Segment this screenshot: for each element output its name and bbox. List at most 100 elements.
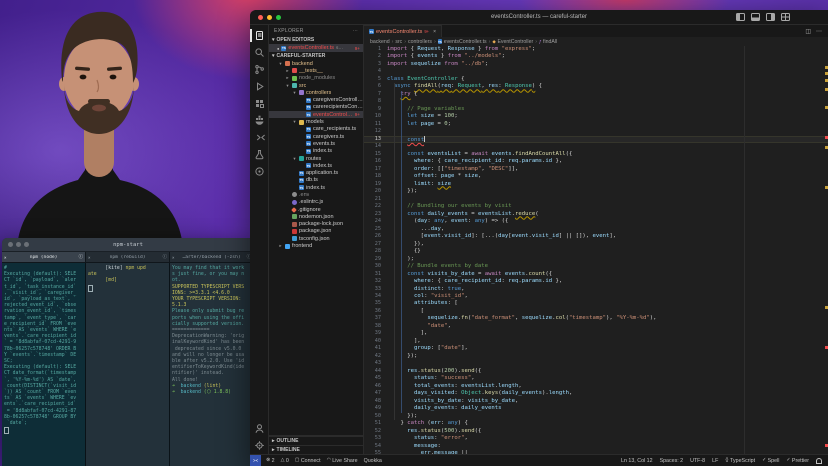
code-line[interactable]: 30 // Bundle events by date (364, 263, 828, 270)
code-line[interactable]: 38 "date", (364, 323, 828, 330)
code-line[interactable]: 53 status: "error", (364, 435, 828, 442)
tree-item[interactable]: TSindex.ts (269, 162, 363, 169)
tree-item[interactable]: ▾backend (269, 60, 363, 67)
open-editors-section[interactable]: ▾ OPEN EDITORS (269, 36, 363, 44)
code-line[interactable]: 27 }), (364, 241, 828, 248)
outline-section[interactable]: ▸ OUTLINE (269, 436, 363, 445)
tree-item[interactable]: TScaregivers.ts (269, 133, 363, 140)
tree-item[interactable]: TScaregiversController.ts (269, 96, 363, 103)
terminal-titlebar[interactable]: npm-start (2, 238, 254, 252)
code-line[interactable]: 36 [ (364, 308, 828, 315)
code-line[interactable]: 35 attributes: [ (364, 300, 828, 307)
status-notifications[interactable] (816, 458, 822, 463)
tree-item[interactable]: ▸__tests__ (269, 67, 363, 74)
explorer-icon[interactable] (250, 27, 268, 44)
code-line[interactable]: 21 (364, 196, 828, 203)
breadcrumb-item[interactable]: ◆EventController (492, 39, 533, 45)
docker-icon[interactable] (250, 112, 268, 129)
vscode-window[interactable]: eventsController.ts — careful-starter (250, 10, 828, 466)
code-line[interactable]: 15 const eventsList = await events.findA… (364, 151, 828, 158)
tree-item[interactable]: TSindex.ts (269, 148, 363, 155)
status-language-mode[interactable]: {}TypeScript (725, 458, 755, 464)
code-line[interactable]: 7 try { (364, 91, 828, 98)
extensions-icon[interactable] (250, 95, 268, 112)
status-quokka[interactable]: Quokka (364, 458, 382, 464)
tree-item[interactable]: .gitignore (269, 206, 363, 213)
code-line[interactable]: 32 where: { care_recipient_id: req.param… (364, 278, 828, 285)
code-line[interactable]: 28 {} (364, 248, 828, 255)
code-line[interactable]: 49 daily_events: daily_events (364, 405, 828, 412)
code-line[interactable]: 20 }); (364, 188, 828, 195)
code-line[interactable]: 13 const (364, 136, 828, 143)
code-line[interactable]: 25 ...day, (364, 226, 828, 233)
code-line[interactable]: 33 distinct: true, (364, 286, 828, 293)
status-connect[interactable]: ▢Connect (295, 458, 321, 464)
code-line[interactable]: 46 total_events: eventsList.length, (364, 383, 828, 390)
terminal-pane-tab[interactable]: ×npm (node)ⓘ (2, 252, 86, 262)
code-line[interactable]: 55 err.message || (364, 450, 828, 454)
status-cursor-position[interactable]: Ln 13, Col 12 (621, 458, 653, 464)
status-problems-warnings[interactable]: △0 (281, 458, 289, 464)
code-line[interactable]: 29 ); (364, 256, 828, 263)
code-line[interactable]: 3import sequelize from "../db"; (364, 61, 828, 68)
code-line[interactable]: 9 // Page variables (364, 106, 828, 113)
tree-item[interactable]: TScarerecipientsController… (269, 104, 363, 111)
status-live-share[interactable]: ◠Live Share (327, 458, 358, 464)
code-line[interactable]: 51 } catch (err: any) { (364, 420, 828, 427)
tree-item[interactable]: ▾routes (269, 155, 363, 162)
breadcrumb-item[interactable]: backend (370, 39, 390, 45)
code-line[interactable]: 40 ], (364, 338, 828, 345)
terminal-pane-tab[interactable]: ×…arter/backend (-zsh)ⓘ (170, 252, 254, 262)
code-line[interactable]: 52 res.status(500).send({ (364, 428, 828, 435)
toggle-sidebar-icon[interactable] (736, 13, 745, 21)
code-line[interactable]: 44 res.status(200).send({ (364, 368, 828, 375)
close-icon[interactable]: × (4, 255, 7, 260)
terminal-pane[interactable]: [kite] npm update [md] (86, 263, 170, 466)
tab-close-icon[interactable]: × (433, 29, 436, 35)
status-spell[interactable]: ✓Spell (762, 458, 779, 464)
code-line[interactable]: 18 offset: page * size, (364, 173, 828, 180)
code-line[interactable]: 45 status: "success", (364, 375, 828, 382)
tree-item[interactable]: TSeventsController.ts9+ (269, 111, 363, 118)
tree-item[interactable]: TSevents.ts (269, 140, 363, 147)
search-icon[interactable] (250, 44, 268, 61)
code-line[interactable]: 37 sequelize.fn("date_format", sequelize… (364, 315, 828, 322)
tree-item[interactable]: TScare_recipients.ts (269, 126, 363, 133)
close-icon[interactable]: × (88, 255, 91, 260)
tree-item[interactable]: ▸node_modules (269, 75, 363, 82)
remote-explorer-icon[interactable] (250, 129, 268, 146)
status-encoding[interactable]: UTF-8 (690, 458, 705, 464)
info-icon[interactable]: ⓘ (163, 254, 167, 260)
terminal-pane[interactable]: #Executing (default): SELECT `id`, `payl… (2, 263, 86, 466)
code-line[interactable]: 43 (364, 360, 828, 367)
code-line[interactable]: 8 (364, 98, 828, 105)
tree-item[interactable]: ▾models (269, 118, 363, 125)
code-line[interactable]: 16 where: { care_recipient_id: req.param… (364, 158, 828, 165)
code-line[interactable]: 4 (364, 68, 828, 75)
terminal-window[interactable]: npm-start ×npm (node)ⓘ×npm (rebuild)ⓘ×…a… (2, 238, 254, 466)
code-line[interactable]: 34 col: "visit_id", (364, 293, 828, 300)
tree-item[interactable]: ▸frontend (269, 242, 363, 249)
code-line[interactable]: 14 (364, 143, 828, 150)
status-prettier[interactable]: ✓Prettier (786, 458, 809, 464)
tree-item[interactable]: package-lock.json (269, 221, 363, 228)
tree-item[interactable]: TSindex.ts (269, 184, 363, 191)
code-line[interactable]: 39 ], (364, 330, 828, 337)
tree-item[interactable]: tsconfig.json (269, 235, 363, 242)
breadcrumb-item[interactable]: ƒfindAll (539, 39, 557, 45)
terminal-pane-tab[interactable]: ×npm (rebuild)ⓘ (86, 252, 170, 262)
testing-icon[interactable] (250, 146, 268, 163)
customize-layout-icon[interactable] (781, 13, 790, 21)
open-editor-item[interactable]: ● TS eventsController.ts s… 9+ (269, 44, 363, 52)
close-icon[interactable]: × (172, 255, 175, 260)
tree-item[interactable]: ▾src (269, 82, 363, 89)
timeline-section[interactable]: ▸ TIMELINE (269, 445, 363, 454)
status-problems-errors[interactable]: ⊗2 (266, 458, 274, 464)
code-line[interactable]: 54 message: (364, 443, 828, 450)
code-line[interactable]: 41 group: ["date"], (364, 345, 828, 352)
code-line[interactable]: 50 }); (364, 413, 828, 420)
code-line[interactable]: 23 const daily_events = eventsList.reduc… (364, 211, 828, 218)
toggle-secondary-sidebar-icon[interactable] (766, 13, 775, 21)
tree-item[interactable]: ▾controllers (269, 89, 363, 96)
run-debug-icon[interactable] (250, 78, 268, 95)
